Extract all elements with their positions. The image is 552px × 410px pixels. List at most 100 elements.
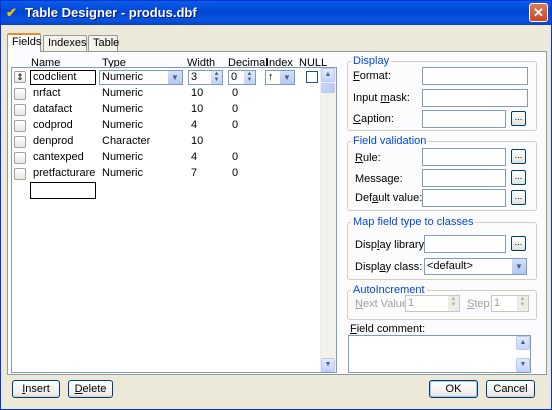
table-row[interactable]: cantexped Numeric 4 0 <box>12 150 322 166</box>
row-selector[interactable] <box>14 152 26 164</box>
rule-browse-button[interactable]: ... <box>511 149 526 164</box>
null-checkbox[interactable] <box>306 71 318 83</box>
next-value-label-post: ext Value: <box>362 298 412 310</box>
field-type: Numeric <box>102 151 143 163</box>
table-row[interactable]: datafact Numeric 10 0 <box>12 102 322 118</box>
step-label: Step: <box>467 298 493 310</box>
field-type: Character <box>102 135 151 147</box>
field-decimal-value: 0 <box>231 71 238 83</box>
title-bar[interactable]: ✔ Table Designer - produs.dbf ✕ <box>1 1 551 25</box>
format-input[interactable] <box>422 67 528 85</box>
table-row[interactable]: nrfact Numeric 10 0 <box>12 86 322 102</box>
table-row[interactable]: codprod Numeric 4 0 <box>12 118 322 134</box>
field-type: Numeric <box>102 103 143 115</box>
spinner-arrows-icon[interactable]: ▲ ▼ <box>517 296 528 311</box>
spinner-arrows-icon[interactable]: ▲ ▼ <box>244 71 255 84</box>
default-value-label-pre: Def <box>355 192 373 204</box>
rule-label-key: R <box>355 152 363 164</box>
spinner-arrows-icon[interactable]: ▲ ▼ <box>211 71 222 84</box>
ok-button[interactable]: OK <box>429 380 478 398</box>
scroll-down-icon[interactable]: ▼ <box>516 358 530 372</box>
default-value-label: Default value: <box>355 192 422 204</box>
field-decimal: 0 <box>232 87 239 99</box>
field-name: datafact <box>33 103 73 115</box>
field-comment-textarea[interactable]: ▲ ▼ <box>348 335 531 373</box>
field-width: 4 <box>191 119 198 131</box>
tab-indexes[interactable]: Indexes <box>43 35 87 51</box>
row-selector[interactable] <box>14 168 26 180</box>
tab-fields[interactable]: Fields <box>7 33 41 52</box>
display-class-label-post: y class: <box>385 261 423 273</box>
scroll-up-icon[interactable]: ▲ <box>516 336 530 350</box>
field-width-spinner[interactable]: 3 ▲ ▼ <box>188 70 223 85</box>
field-row-selected[interactable]: ⇕ codclient Numeric ▼ 3 ▲ ▼ 0 ▲ ▼ ↑ ▼ <box>12 70 322 86</box>
display-class-select[interactable]: <default> ▼ <box>424 258 527 275</box>
field-comment-label-post: ield comment: <box>356 323 426 335</box>
new-field-name-input[interactable] <box>30 182 96 199</box>
row-selector[interactable] <box>14 136 26 148</box>
field-decimal-spinner[interactable]: 0 ▲ ▼ <box>228 70 256 85</box>
spinner-arrows-icon[interactable]: ▲ ▼ <box>448 296 459 311</box>
caption-input[interactable] <box>422 110 506 128</box>
field-width: 4 <box>191 151 198 163</box>
format-label: Format: <box>353 70 391 82</box>
scroll-up-icon[interactable]: ▲ <box>321 68 335 82</box>
close-button[interactable]: ✕ <box>529 3 548 22</box>
caption-label-post: aption: <box>360 113 394 125</box>
rule-label: Rule: <box>355 152 381 164</box>
caption-browse-button[interactable]: ... <box>511 111 526 126</box>
message-label-pre: Message: <box>355 173 403 185</box>
field-type: Numeric <box>102 87 143 99</box>
input-mask-input[interactable] <box>422 89 528 107</box>
step-value: 1 <box>494 297 501 309</box>
field-type: Numeric <box>102 119 143 131</box>
index-ascending-icon: ↑ <box>268 71 274 83</box>
message-input[interactable] <box>422 169 506 187</box>
rule-label-post: ule: <box>362 152 381 164</box>
table-row[interactable]: pretfacturare Numeric 7 0 <box>12 166 322 182</box>
scroll-down-icon[interactable]: ▼ <box>321 358 335 372</box>
next-value-spinner[interactable]: 1 ▲ ▼ <box>405 295 460 312</box>
field-width: 10 <box>191 135 204 147</box>
row-selector[interactable] <box>14 88 26 100</box>
field-decimal: 0 <box>232 119 239 131</box>
field-name-input[interactable]: codclient <box>30 70 96 85</box>
input-mask-label: Input mask: <box>353 92 410 104</box>
chevron-down-icon[interactable]: ▼ <box>279 71 294 84</box>
field-decimal: 0 <box>232 151 239 163</box>
fields-grid[interactable]: ⇕ codclient Numeric ▼ 3 ▲ ▼ 0 ▲ ▼ ↑ ▼ nrfa… <box>11 67 337 373</box>
row-selector[interactable] <box>14 104 26 116</box>
field-name: codprod <box>33 119 73 131</box>
default-value-input[interactable] <box>422 189 506 207</box>
format-label-post: ormat: <box>359 70 391 82</box>
delete-button[interactable]: Delete <box>68 380 113 398</box>
field-name: denprod <box>33 135 74 147</box>
chevron-down-icon[interactable]: ▼ <box>167 71 182 84</box>
cancel-button[interactable]: Cancel <box>486 380 535 398</box>
field-type-select[interactable]: Numeric ▼ <box>99 70 183 85</box>
tab-fields-label: Fields <box>12 36 42 48</box>
default-value-browse-button[interactable]: ... <box>511 190 526 205</box>
table-row[interactable]: denprod Character 10 <box>12 134 322 150</box>
field-index-select[interactable]: ↑ ▼ <box>265 70 295 85</box>
insert-button[interactable]: Insert <box>12 380 60 398</box>
display-class-label-pre: Displ <box>355 261 380 273</box>
grid-vertical-scrollbar[interactable]: ▲ ▼ <box>320 68 336 372</box>
chevron-down-icon[interactable]: ▼ <box>511 259 526 274</box>
caption-label-key: C <box>353 113 361 125</box>
table-designer-window: ✔ Table Designer - produs.dbf ✕ Fields I… <box>0 0 552 410</box>
row-mover-icon[interactable]: ⇕ <box>14 71 26 83</box>
scroll-thumb[interactable] <box>321 83 335 93</box>
display-library-browse-button[interactable]: ... <box>511 236 526 251</box>
tab-table[interactable]: Table <box>88 35 120 51</box>
row-selector[interactable] <box>14 120 26 132</box>
next-value-label-key: N <box>355 298 363 310</box>
insert-button-post: nsert <box>25 383 50 395</box>
step-label-post: tep: <box>474 298 493 310</box>
display-library-input[interactable] <box>424 235 506 253</box>
tab-table-label: Table <box>93 37 120 49</box>
step-spinner[interactable]: 1 ▲ ▼ <box>491 295 529 312</box>
message-browse-button[interactable]: ... <box>511 170 526 185</box>
rule-input[interactable] <box>422 148 506 166</box>
message-label: Message: <box>355 173 403 185</box>
